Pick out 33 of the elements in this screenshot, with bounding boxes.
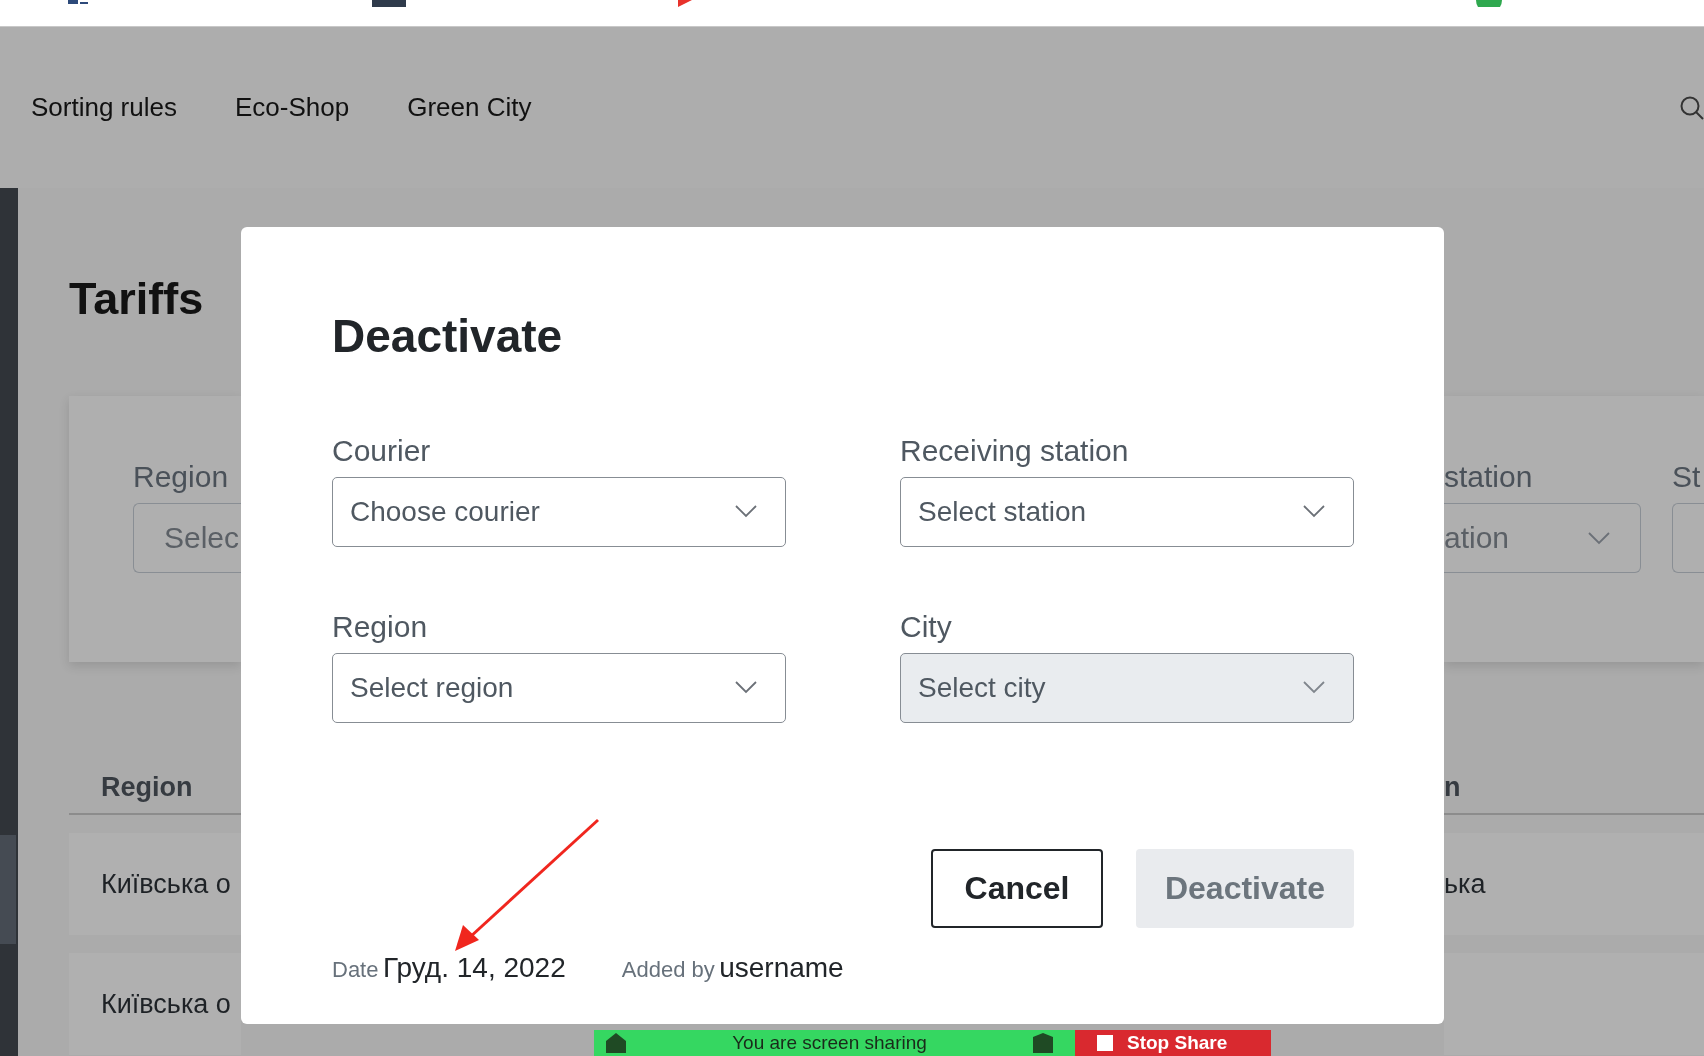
nav-link[interactable]: Green City	[407, 92, 532, 123]
dialog-title: Deactivate	[332, 311, 564, 362]
field-label: City	[900, 609, 953, 644]
meta-text: Added by username	[621, 951, 844, 984]
chevron-icon	[735, 681, 757, 695]
select-field[interactable]: Select region	[332, 652, 786, 723]
column-header: n	[1444, 772, 1461, 803]
field-label: Receiving station	[900, 433, 1130, 468]
nav-link[interactable]: Sorting rules	[31, 92, 177, 123]
chevron-icon	[1588, 531, 1610, 545]
field-label: Courier	[332, 433, 432, 468]
field-label: Region	[133, 460, 230, 495]
field-label: station	[1444, 460, 1534, 495]
cancel-button[interactable]: Cancel	[931, 848, 1103, 928]
field-label: St	[1672, 460, 1702, 495]
table-cell: Київська о	[101, 868, 231, 900]
search-icon[interactable]	[1680, 96, 1704, 122]
field-label: Region	[332, 609, 429, 644]
table-cell: Київська о	[101, 988, 231, 1020]
meta-text: Date Груд. 14, 2022	[332, 951, 566, 984]
column-header: Region	[101, 772, 193, 803]
sharing-status: You are screen sharing	[732, 1032, 927, 1054]
chevron-icon	[1303, 505, 1325, 519]
stop-icon	[1097, 1035, 1113, 1051]
select-field[interactable]: Choose courier	[332, 476, 786, 547]
chevron-icon	[1303, 681, 1325, 695]
stop-share-button[interactable]: Stop Share	[1075, 1030, 1271, 1056]
chevron-icon	[735, 505, 757, 519]
select-field[interactable]: Select station	[900, 476, 1354, 547]
select-field[interactable]	[1672, 503, 1704, 573]
nav-link[interactable]: Eco-Shop	[234, 92, 350, 123]
page-title: Tariffs	[68, 272, 205, 326]
table-cell: ька	[1444, 868, 1486, 900]
